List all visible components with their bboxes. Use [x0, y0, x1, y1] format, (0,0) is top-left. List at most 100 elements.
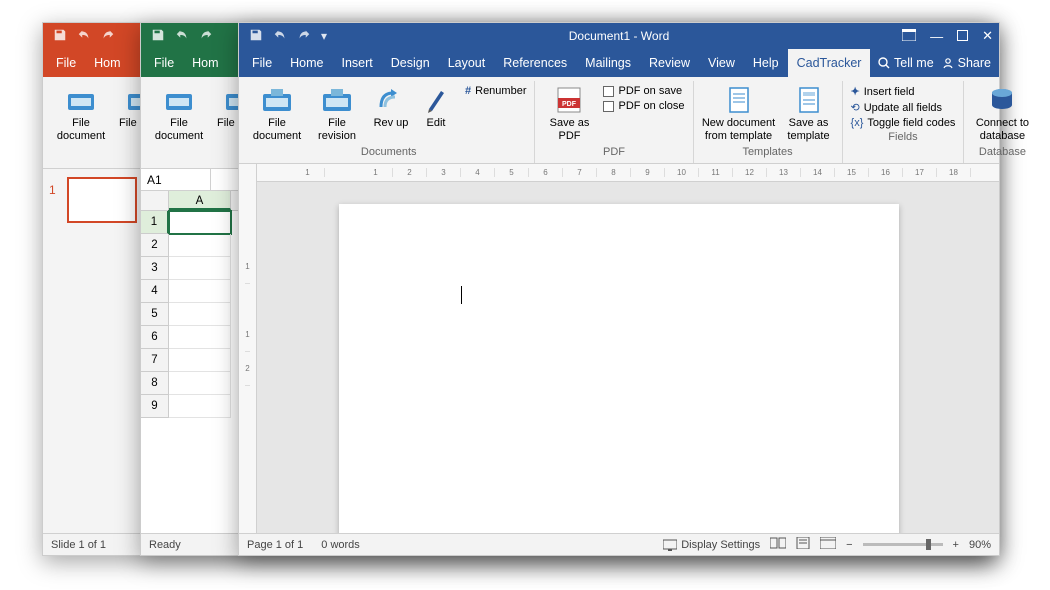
new-document-from-template-button[interactable]: New document from template	[702, 83, 776, 144]
redo-icon[interactable]	[297, 28, 311, 45]
label: Save as template	[784, 117, 834, 142]
cell[interactable]	[169, 303, 231, 326]
save-as-pdf-button[interactable]: PDF Save as PDF	[543, 83, 595, 144]
label: Display Settings	[681, 539, 760, 551]
file-document-button[interactable]: File document	[153, 83, 205, 144]
cell[interactable]	[169, 211, 231, 234]
edit-button[interactable]: Edit	[419, 83, 453, 132]
document-area[interactable]: 1123456789101112131415161718 112	[239, 164, 999, 533]
minimize-button[interactable]: —	[930, 29, 943, 44]
label: PDF on close	[618, 100, 684, 112]
label: File document	[55, 117, 107, 142]
cell[interactable]	[169, 372, 231, 395]
redo-icon[interactable]	[199, 28, 213, 45]
word-window: ▾ Document1 - Word — ✕ FileHomeInsertDes…	[238, 22, 1000, 556]
label: Renumber	[475, 85, 526, 97]
tab-insert[interactable]: Insert	[333, 49, 382, 77]
tab-references[interactable]: References	[494, 49, 576, 77]
save-as-template-button[interactable]: Save as template	[784, 83, 834, 144]
zoom-level[interactable]: 90%	[969, 539, 991, 551]
redo-icon[interactable]	[101, 28, 115, 45]
page-canvas[interactable]	[339, 204, 899, 533]
ribbon-display-icon[interactable]	[902, 29, 916, 44]
rev-up-button[interactable]: Rev up	[371, 83, 411, 132]
row-header[interactable]: 9	[141, 395, 169, 418]
row-header[interactable]: 7	[141, 349, 169, 372]
label: PDF on save	[618, 85, 682, 97]
row-header[interactable]: 5	[141, 303, 169, 326]
tab-home[interactable]: Hom	[85, 49, 129, 77]
label: Share	[958, 56, 991, 70]
file-document-button[interactable]: File document	[55, 83, 107, 144]
cell[interactable]	[169, 395, 231, 418]
zoom-in-button[interactable]: +	[953, 539, 959, 551]
toggle-field-codes-button[interactable]: {x}Toggle field codes	[851, 117, 956, 129]
renumber-button[interactable]: # Renumber	[465, 85, 526, 97]
row-header[interactable]: 2	[141, 234, 169, 257]
share-button[interactable]: Share	[942, 56, 991, 70]
row-header[interactable]: 3	[141, 257, 169, 280]
undo-icon[interactable]	[273, 28, 287, 45]
tab-home[interactable]: Home	[281, 49, 332, 77]
save-icon[interactable]	[151, 28, 165, 45]
close-button[interactable]: ✕	[982, 28, 993, 44]
pdf-on-save-checkbox[interactable]: PDF on save	[603, 85, 684, 97]
undo-icon[interactable]	[77, 28, 91, 45]
tab-help[interactable]: Help	[744, 49, 788, 77]
horizontal-ruler[interactable]: 1123456789101112131415161718	[257, 164, 999, 182]
group-database: Connect to database Database	[964, 81, 1040, 163]
label: File document	[251, 117, 303, 142]
tell-me[interactable]: Tell me	[878, 56, 934, 70]
cell[interactable]	[169, 234, 231, 257]
label: Connect to database	[972, 117, 1032, 142]
tab-view[interactable]: View	[699, 49, 744, 77]
label: File document	[153, 117, 205, 142]
title-bar: ▾ Document1 - Word — ✕	[239, 23, 999, 49]
save-icon[interactable]	[249, 28, 263, 45]
cell[interactable]	[169, 280, 231, 303]
web-layout-icon[interactable]	[820, 537, 836, 552]
tab-file[interactable]: File	[145, 49, 183, 77]
row-header[interactable]: 6	[141, 326, 169, 349]
group-templates: New document from template Save as templ…	[694, 81, 843, 163]
tab-layout[interactable]: Layout	[439, 49, 495, 77]
tab-mailings[interactable]: Mailings	[576, 49, 640, 77]
tab-review[interactable]: Review	[640, 49, 699, 77]
slide-thumbnail[interactable]	[67, 177, 137, 223]
tab-file[interactable]: File	[243, 49, 281, 77]
print-layout-icon[interactable]	[796, 537, 810, 552]
tab-home[interactable]: Hom	[183, 49, 227, 77]
file-revision-button[interactable]: File revision	[311, 83, 363, 144]
update-all-fields-button[interactable]: ⟲Update all fields	[851, 101, 956, 114]
tab-design[interactable]: Design	[382, 49, 439, 77]
zoom-slider[interactable]	[863, 543, 943, 546]
label: Tell me	[894, 56, 934, 70]
read-mode-icon[interactable]	[770, 537, 786, 552]
display-settings-button[interactable]: Display Settings	[663, 539, 760, 551]
ribbon-cadtracker: File document File revision Rev up Edit …	[239, 77, 999, 164]
undo-icon[interactable]	[175, 28, 189, 45]
pdf-on-close-checkbox[interactable]: PDF on close	[603, 100, 684, 112]
insert-field-button[interactable]: ✦Insert field	[851, 85, 956, 98]
word-count[interactable]: 0 words	[321, 539, 360, 551]
page-status[interactable]: Page 1 of 1	[247, 539, 303, 551]
tab-cadtracker[interactable]: CadTracker	[788, 49, 871, 77]
customize-qat-icon[interactable]: ▾	[321, 29, 327, 43]
file-document-button[interactable]: File document	[251, 83, 303, 144]
vertical-ruler[interactable]: 112	[239, 182, 257, 533]
label: Toggle field codes	[867, 117, 955, 129]
tab-file[interactable]: File	[47, 49, 85, 77]
cell[interactable]	[169, 349, 231, 372]
row-header[interactable]: 1	[141, 211, 169, 234]
row-header[interactable]: 8	[141, 372, 169, 395]
zoom-out-button[interactable]: −	[846, 539, 852, 551]
col-header-A[interactable]: A	[169, 191, 231, 210]
connect-to-database-button[interactable]: Connect to database	[972, 83, 1032, 144]
cell[interactable]	[169, 257, 231, 280]
save-icon[interactable]	[53, 28, 67, 45]
label: Edit	[427, 117, 446, 130]
maximize-button[interactable]	[957, 29, 968, 44]
cell[interactable]	[169, 326, 231, 349]
name-box[interactable]	[141, 169, 211, 190]
row-header[interactable]: 4	[141, 280, 169, 303]
